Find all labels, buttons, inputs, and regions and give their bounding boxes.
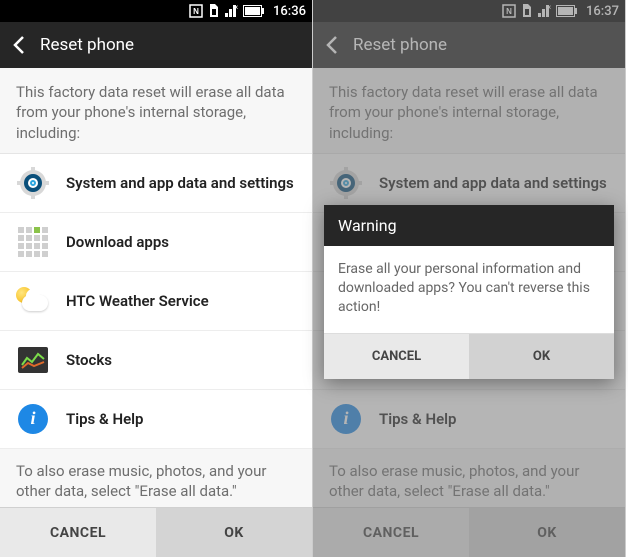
list-item-label: HTC Weather Service bbox=[66, 292, 209, 310]
dialog-body: Erase all your personal information and … bbox=[324, 246, 614, 333]
status-bar: N x 16:36 bbox=[0, 0, 312, 22]
cancel-button[interactable]: CANCEL bbox=[0, 508, 156, 557]
intro-text: This factory data reset will erase all d… bbox=[0, 68, 312, 154]
screen-body: This factory data reset will erase all d… bbox=[0, 68, 312, 507]
ok-button[interactable]: OK bbox=[156, 508, 312, 557]
footer-buttons: CANCEL OK bbox=[0, 507, 312, 557]
warning-dialog: Warning Erase all your personal informat… bbox=[324, 205, 614, 379]
signal-icon: x bbox=[224, 4, 238, 18]
nfc-icon: N bbox=[189, 4, 203, 18]
svg-text:N: N bbox=[193, 7, 199, 16]
status-clock: 16:36 bbox=[273, 4, 306, 19]
gear-ring-icon bbox=[16, 166, 50, 200]
header-title: Reset phone bbox=[40, 35, 134, 55]
back-icon[interactable] bbox=[12, 35, 26, 55]
list-item: i Tips & Help bbox=[0, 390, 312, 449]
dialog-buttons: CANCEL OK bbox=[324, 333, 614, 379]
right-screen: N x 16:37 Reset phone This factory data … bbox=[313, 0, 626, 557]
weather-icon bbox=[16, 284, 50, 318]
list-item: Stocks bbox=[0, 331, 312, 390]
list-item-label: System and app data and settings bbox=[66, 174, 294, 192]
reset-items-list: System and app data and settings Downloa… bbox=[0, 154, 312, 449]
app-grid-icon bbox=[16, 225, 50, 259]
stocks-icon bbox=[16, 343, 50, 377]
list-item-label: Tips & Help bbox=[66, 410, 144, 428]
battery-icon bbox=[243, 5, 265, 17]
list-item-label: Stocks bbox=[66, 351, 112, 369]
list-item: Download apps bbox=[0, 213, 312, 272]
list-item-label: Download apps bbox=[66, 233, 169, 251]
dialog-ok-button[interactable]: OK bbox=[469, 334, 614, 379]
dialog-title: Warning bbox=[324, 205, 614, 246]
footnote-text: To also erase music, photos, and your ot… bbox=[0, 449, 312, 507]
list-item: System and app data and settings bbox=[0, 154, 312, 213]
svg-text:x: x bbox=[235, 4, 238, 11]
list-item: HTC Weather Service bbox=[0, 272, 312, 331]
dialog-cancel-button[interactable]: CANCEL bbox=[324, 334, 469, 379]
sim-icon bbox=[208, 4, 219, 18]
screen-header: Reset phone bbox=[0, 22, 312, 68]
left-screen: N x 16:36 Reset phone This factory data … bbox=[0, 0, 313, 557]
info-icon: i bbox=[16, 402, 50, 436]
